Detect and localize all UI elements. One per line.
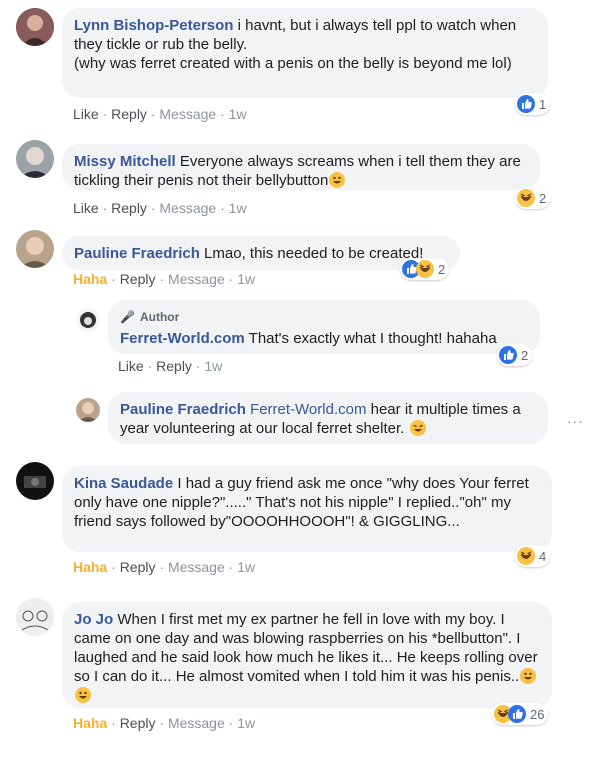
- haha-reacted-button[interactable]: Haha: [73, 559, 107, 575]
- reactions-count: 26: [530, 706, 545, 722]
- comment-5: Jo Jo When I first met my ex partner he …: [0, 586, 598, 760]
- comment-1: Lynn Bishop-Peterson i havnt, but i alwa…: [0, 0, 598, 128]
- comment-text: When I first met my ex partner he fell i…: [74, 611, 538, 685]
- like-button[interactable]: Like: [73, 200, 99, 216]
- avatar-photo-icon: [16, 230, 54, 268]
- grin-emoji-icon: [409, 420, 426, 436]
- commenter-name[interactable]: Pauline Fraedrich: [120, 401, 246, 418]
- commenter-name[interactable]: Pauline Fraedrich: [74, 245, 200, 262]
- reply-button[interactable]: Reply: [120, 559, 156, 575]
- mention-link[interactable]: Ferret-World.com: [250, 401, 366, 418]
- like-reaction-icon: [517, 95, 535, 113]
- like-reaction-icon: [508, 705, 526, 723]
- reactions-badge[interactable]: 4: [515, 545, 551, 567]
- commenter-name[interactable]: Ferret-World.com: [120, 330, 245, 347]
- like-button[interactable]: Like: [73, 106, 99, 122]
- reactions-badge[interactable]: 2: [497, 344, 533, 366]
- comment-3: Pauline Fraedrich Lmao, this needed to b…: [0, 220, 598, 456]
- avatar-photo-icon: [16, 462, 54, 500]
- comment-bubble: Jo Jo When I first met my ex partner he …: [62, 602, 552, 708]
- commenter-name[interactable]: Jo Jo: [74, 611, 113, 628]
- message-button[interactable]: Message: [159, 106, 216, 122]
- message-button[interactable]: Message: [168, 559, 225, 575]
- haha-reaction-icon: [517, 189, 535, 207]
- comment-actions: Haha · Reply · Message · 1w: [73, 559, 256, 575]
- timestamp[interactable]: 1w: [229, 200, 247, 216]
- haha-reaction-icon: [517, 547, 535, 565]
- message-button[interactable]: Message: [168, 715, 225, 731]
- laughing-emoji-icon: [520, 668, 537, 684]
- timestamp[interactable]: 1w: [237, 715, 255, 731]
- reactions-count: 2: [438, 261, 446, 277]
- haha-reacted-button[interactable]: Haha: [73, 271, 107, 287]
- laughing-emoji-icon: [75, 687, 91, 703]
- reply-button[interactable]: Reply: [111, 200, 147, 216]
- commenter-name[interactable]: Kina Saudade: [74, 475, 173, 492]
- reactions-count: 2: [539, 190, 547, 206]
- author-label: Author: [139, 310, 180, 324]
- reactions-count: 2: [521, 347, 529, 363]
- comment-bubble: Kina Saudade I had a guy friend ask me o…: [62, 466, 552, 552]
- comment-text: That's exactly what I thought! hahaha: [248, 330, 497, 347]
- haha-reaction-icon: [416, 260, 434, 278]
- reply-actions: Like · Reply · 1w: [118, 358, 223, 374]
- timestamp[interactable]: 1w: [237, 559, 255, 575]
- avatar-photo-icon: [16, 140, 54, 178]
- reply-button[interactable]: Reply: [120, 271, 156, 287]
- timestamp[interactable]: 1w: [229, 106, 247, 122]
- reactions-count: 1: [539, 96, 547, 112]
- comment-2: Missy Mitchell Everyone always screams w…: [0, 128, 598, 220]
- commenter-name[interactable]: Missy Mitchell: [74, 153, 176, 170]
- rofl-emoji-icon: [329, 172, 346, 188]
- comment-actions: Haha · Reply · Message · 1w: [73, 271, 256, 287]
- reactions-badge[interactable]: 1: [515, 93, 551, 115]
- comment-bubble: Missy Mitchell Everyone always screams w…: [62, 144, 540, 190]
- comment-bubble: Lynn Bishop-Peterson i havnt, but i alwa…: [62, 8, 548, 98]
- avatar-photo-icon: [16, 8, 54, 46]
- commenter-name[interactable]: Lynn Bishop-Peterson: [74, 17, 233, 34]
- avatar[interactable]: [16, 598, 54, 636]
- message-button[interactable]: Message: [159, 200, 216, 216]
- reply-button[interactable]: Reply: [156, 358, 192, 374]
- more-options-icon[interactable]: ···: [567, 412, 584, 431]
- comment-4: Kina Saudade I had a guy friend ask me o…: [0, 456, 598, 586]
- reply-button[interactable]: Reply: [120, 715, 156, 731]
- haha-reacted-button[interactable]: Haha: [73, 715, 107, 731]
- avatar[interactable]: [16, 140, 54, 178]
- avatar-photo-icon: [16, 598, 54, 636]
- like-reaction-icon: [499, 346, 517, 364]
- ferret-logo-icon: [76, 308, 100, 332]
- avatar[interactable]: [16, 230, 54, 268]
- reply-avatar[interactable]: [76, 398, 100, 422]
- avatar[interactable]: [16, 462, 54, 500]
- message-button[interactable]: Message: [168, 271, 225, 287]
- timestamp[interactable]: 1w: [204, 358, 222, 374]
- timestamp[interactable]: 1w: [237, 271, 255, 287]
- reactions-count: 4: [539, 548, 547, 564]
- avatar-photo-icon: [76, 398, 100, 422]
- reactions-badge[interactable]: 2: [400, 258, 450, 280]
- reply-bubble: Pauline Fraedrich Ferret-World.com hear …: [108, 392, 548, 444]
- reactions-badge[interactable]: 26: [492, 703, 549, 725]
- comment-text: Lmao, this needed to be created!: [204, 245, 424, 262]
- comment-actions: Like · Reply · Message · 1w: [73, 106, 247, 122]
- reactions-badge[interactable]: 2: [515, 187, 551, 209]
- microphone-icon: 🎤: [120, 310, 135, 324]
- reply-avatar[interactable]: [76, 308, 100, 332]
- comment-actions: Like · Reply · Message · 1w: [73, 200, 247, 216]
- avatar[interactable]: [16, 8, 54, 46]
- author-badge: 🎤 Author: [120, 308, 528, 327]
- comment-actions: Haha · Reply · Message · 1w: [73, 715, 256, 731]
- reply-button[interactable]: Reply: [111, 106, 147, 122]
- like-button[interactable]: Like: [118, 358, 144, 374]
- reply-bubble: 🎤 Author Ferret-World.com That's exactly…: [108, 300, 540, 354]
